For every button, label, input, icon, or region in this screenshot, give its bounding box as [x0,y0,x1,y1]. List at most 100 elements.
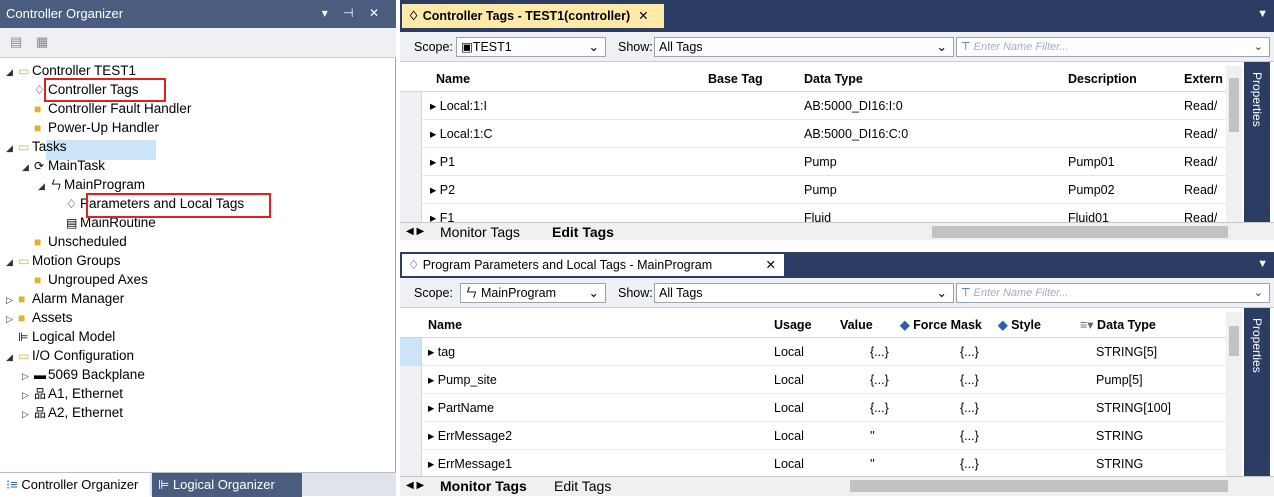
show-select[interactable]: All Tags ⌄ [654,283,954,303]
close-icon[interactable]: ✕ [638,9,648,23]
expand-arrow-icon[interactable]: ▸ [428,345,438,359]
tree-item[interactable]: ■ Power-Up Handler [22,118,159,137]
expand-arrow-icon[interactable]: ▸ [430,127,440,141]
tree-item[interactable]: ▷ ■ Alarm Manager [6,289,124,308]
pane2-properties-side[interactable]: Properties [1244,308,1270,478]
expand-arrow-icon[interactable]: ▸ [428,429,438,443]
pane2-hscroll[interactable] [850,480,1228,492]
tab-controller-tags[interactable]: ♢ Controller Tags - TEST1(controller) ✕ [402,4,664,28]
expand-all-icon[interactable]: ▦ [36,34,48,50]
scope-select[interactable]: ▣TEST1 ⌄ [456,37,606,57]
tree-item[interactable]: ⊫ Logical Model [6,327,115,346]
col-style[interactable]: ◆ Style [998,312,1041,338]
expand-arrow-icon[interactable]: ◢ [6,253,18,272]
col-value[interactable]: Value [840,312,873,338]
tree-item[interactable]: ◢ ▭ I/O Configuration [6,346,134,365]
tab-logical-organizer[interactable]: ⊫ Logical Organizer [152,473,302,497]
pane1-properties-side[interactable]: Properties [1244,62,1270,238]
expand-arrow-icon[interactable]: ▸ [430,99,440,113]
cell-name[interactable]: ▸ tag [428,338,455,366]
expand-arrow-icon[interactable]: ▸ [430,183,440,197]
pane1-hscroll[interactable] [932,226,1228,238]
show-select[interactable]: All Tags ⌄ [654,37,954,57]
scroll-thumb[interactable] [1229,78,1239,132]
column-menu-icon[interactable]: ≡▾ [1080,318,1097,332]
tree-item[interactable]: ▷ 品 A2, Ethernet [22,403,123,422]
tab-program-parameters[interactable]: ♢ Program Parameters and Local Tags - Ma… [402,254,784,276]
expand-arrow-icon[interactable]: ◢ [38,177,50,196]
tree-item[interactable]: ▷ 品 A1, Ethernet [22,384,123,403]
scroll-thumb[interactable] [1229,326,1239,356]
row-header[interactable] [400,366,422,394]
table-row[interactable]: ▸ ErrMessage2 Local '' {...} STRING [400,422,1226,450]
col-data-type[interactable]: ≡▾ Data Type [1080,312,1156,338]
col-data-type[interactable]: Data Type [804,66,863,92]
table-row[interactable]: ▸ ErrMessage1 Local '' {...} STRING [400,450,1226,478]
expand-arrow-icon[interactable]: ▷ [22,405,34,424]
expand-arrow-icon[interactable]: ▸ [430,155,440,169]
table-row[interactable]: ▸ Pump_site Local {...} {...} Pump[5] [400,366,1226,394]
close-icon[interactable]: ✕ [766,254,776,276]
cell-name[interactable]: ▸ PartName [428,394,494,422]
cell-name[interactable]: ▸ Local:1:C [430,120,493,148]
nav-left-icon[interactable]: ◀ ▶ [406,477,424,495]
tab-controller-organizer[interactable]: ⁝≡ Controller Organizer [0,473,150,497]
table-row[interactable]: ▸ Local:1:C AB:5000_DI16:C:0 Read/ [400,120,1226,148]
pane2-vscroll[interactable] [1226,312,1242,476]
cell-name[interactable]: ▸ Pump_site [428,366,497,394]
cell-name[interactable]: ▸ ErrMessage1 [428,450,512,478]
expand-arrow-icon[interactable]: ◢ [6,63,18,82]
dropdown-icon[interactable]: ▼ [1257,8,1268,20]
tree-item[interactable]: ▷ ■ Assets [6,308,73,327]
cell-name[interactable]: ▸ P1 [430,148,455,176]
row-header[interactable] [400,120,422,148]
row-header[interactable] [400,92,422,120]
expand-arrow-icon[interactable]: ▸ [428,401,438,415]
tree-item[interactable]: ■ Unscheduled [22,232,127,251]
table-row[interactable]: ▸ P2 Pump Pump02 Read/ [400,176,1226,204]
expand-arrow-icon[interactable]: ◢ [22,158,34,177]
tab-monitor-tags[interactable]: Monitor Tags [440,223,520,241]
cell-name[interactable]: ▸ ErrMessage2 [428,422,512,450]
tab-monitor-tags[interactable]: Monitor Tags [440,477,527,495]
expand-arrow-icon[interactable]: ◢ [6,139,18,158]
tab-edit-tags[interactable]: Edit Tags [554,477,611,495]
scope-select[interactable]: ㄣ MainProgram ⌄ [460,283,606,303]
nav-left-icon[interactable]: ◀ ▶ [406,223,424,241]
expand-arrow-icon[interactable]: ▸ [428,457,438,471]
name-filter-input[interactable]: ⊤ Enter Name Filter... ⌄ [956,37,1270,57]
dropdown-icon[interactable]: ▼ [1257,258,1268,270]
collapse-all-icon[interactable]: ▤ [10,34,22,50]
cell-name[interactable]: ▸ P2 [430,176,455,204]
table-row[interactable]: ▸ tag Local {...} {...} STRING[5] [400,338,1226,366]
col-usage[interactable]: Usage [774,312,812,338]
tab-edit-tags[interactable]: Edit Tags [552,223,614,241]
expand-arrow-icon[interactable]: ◢ [6,348,18,367]
row-header[interactable] [400,176,422,204]
col-base-tag[interactable]: Base Tag [708,66,763,92]
table-row[interactable]: ▸ PartName Local {...} {...} STRING[100] [400,394,1226,422]
tree-item[interactable]: ◢ ⟳ MainTask [22,156,105,175]
col-force-mask[interactable]: ◆ Force Mask [900,312,982,338]
col-description[interactable]: Description [1068,66,1137,92]
row-header[interactable] [400,422,422,450]
cell-name[interactable]: ▸ Local:1:I [430,92,487,120]
tree-item[interactable]: ▷ ▬ 5069 Backplane [22,365,145,384]
tree-item[interactable]: ◢ ▭ Tasks [6,137,67,156]
table-row[interactable]: ▸ P1 Pump Pump01 Read/ [400,148,1226,176]
row-header[interactable] [400,148,422,176]
tree-item[interactable]: ◢ ㄣ MainProgram [38,175,145,194]
row-header[interactable] [400,450,422,478]
organizer-title-buttons[interactable]: ▾ ⊣ ✕ [322,6,385,20]
table-row[interactable]: ▸ Local:1:I AB:5000_DI16:I:0 Read/ [400,92,1226,120]
pane1-vscroll[interactable] [1226,66,1242,238]
col-name[interactable]: Name [428,312,462,338]
tree-item[interactable]: ■ Ungrouped Axes [22,270,148,289]
col-name[interactable]: Name [436,66,470,92]
tree-item[interactable]: ◢ ▭ Motion Groups [6,251,121,270]
row-header[interactable] [400,338,422,366]
col-external[interactable]: Extern [1184,66,1223,92]
expand-arrow-icon[interactable]: ▸ [428,373,438,387]
name-filter-input[interactable]: ⊤ Enter Name Filter... ⌄ [956,283,1270,303]
row-header[interactable] [400,394,422,422]
